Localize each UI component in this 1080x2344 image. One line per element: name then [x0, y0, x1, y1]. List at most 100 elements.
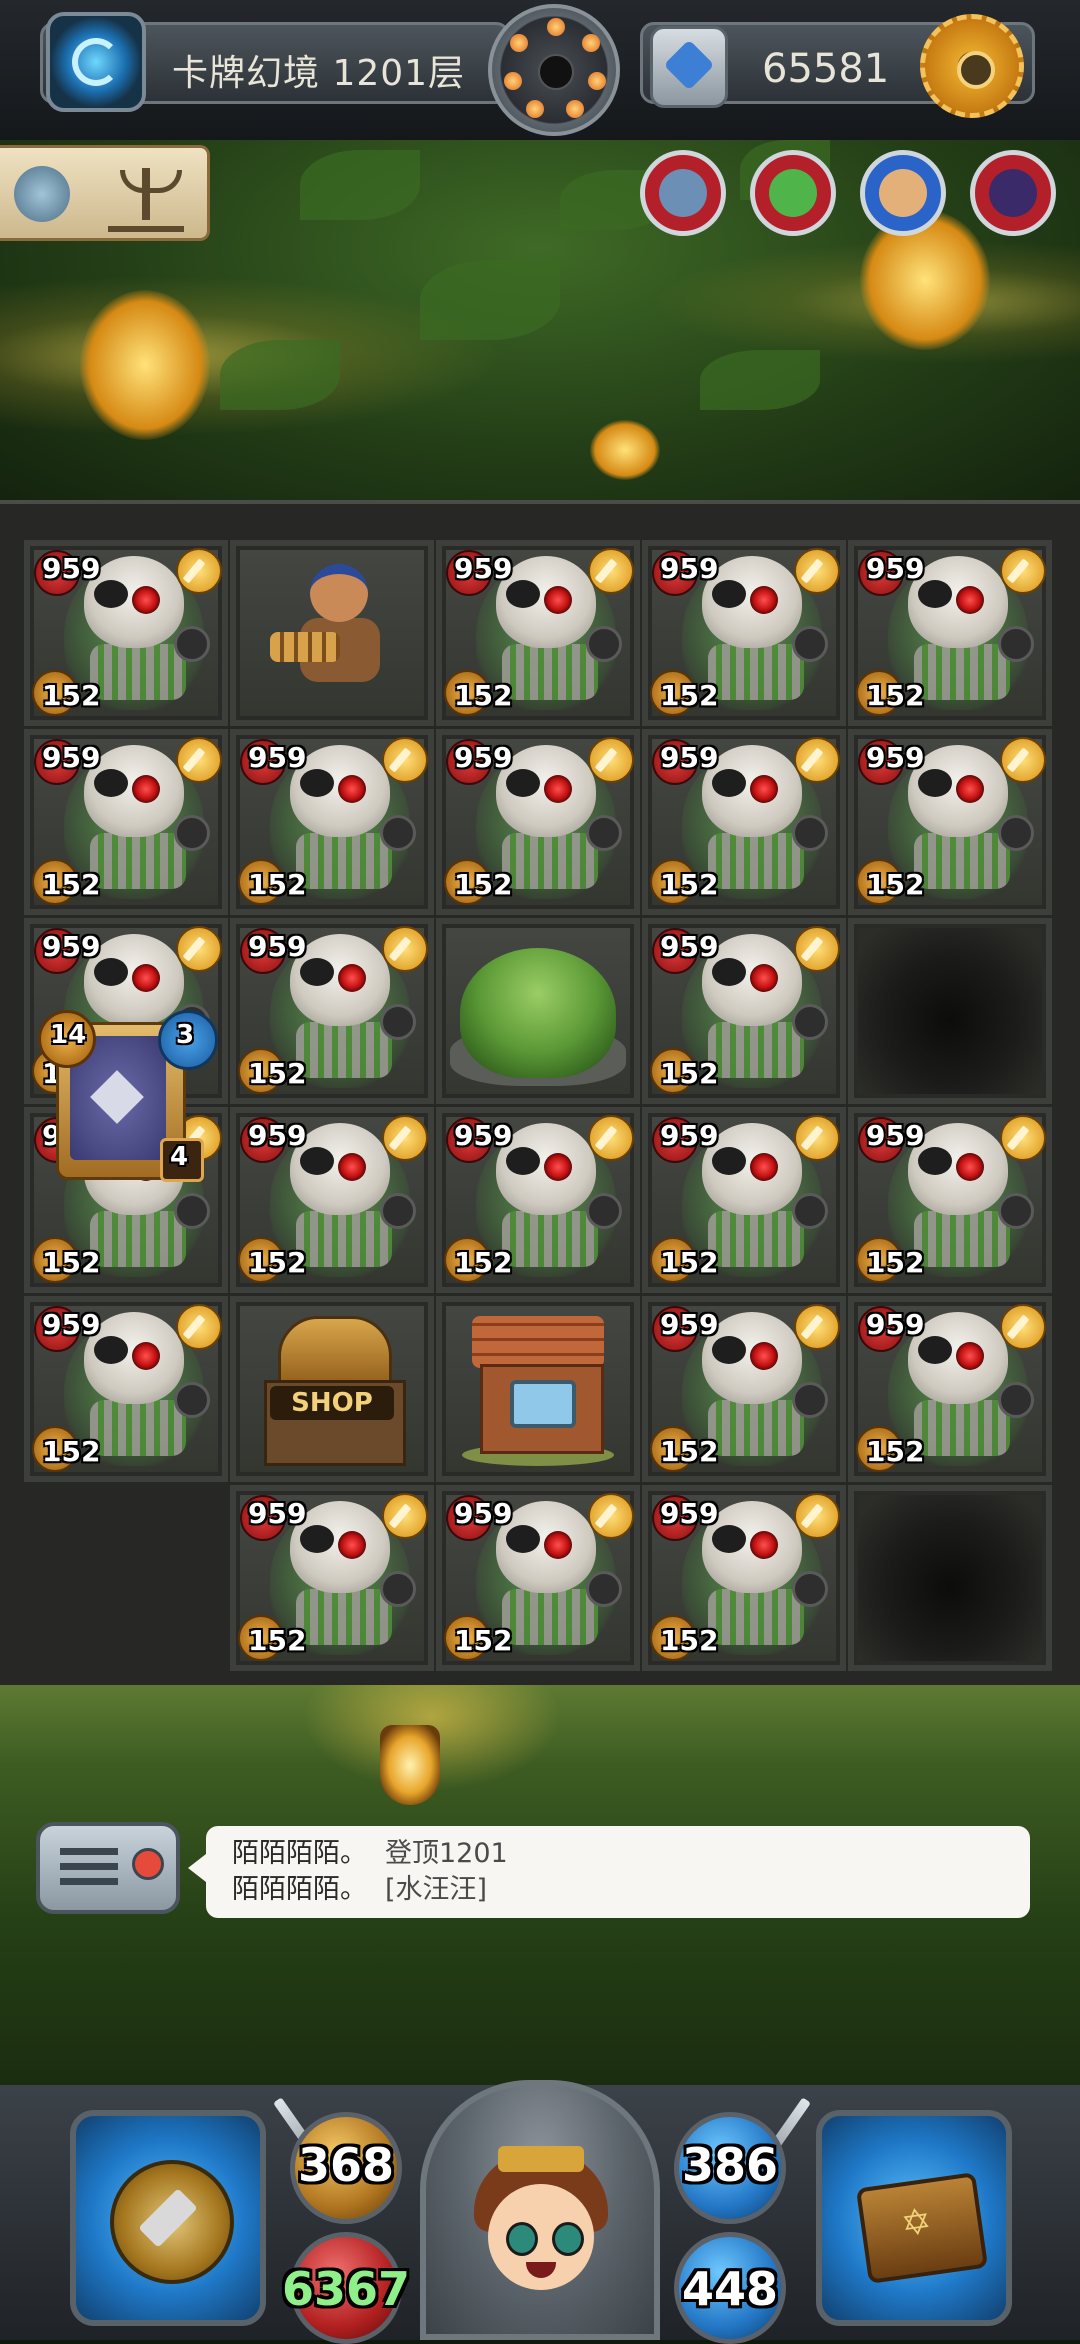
- board-cell-monster[interactable]: 959 152: [24, 540, 228, 726]
- crown-icon: [498, 2146, 584, 2172]
- board-cell-monster[interactable]: 959 152: [230, 1107, 434, 1293]
- board-cell-monster[interactable]: 959 152: [436, 729, 640, 915]
- chat-text: [水汪汪]: [385, 1874, 488, 1905]
- board-cell-monster[interactable]: 959 152: [642, 729, 846, 915]
- monster-attack: 959: [42, 741, 101, 774]
- monster-hp: 152: [454, 1246, 513, 1279]
- monster-attack: 959: [866, 1119, 925, 1152]
- board-cell-monster[interactable]: 959 152: [848, 729, 1052, 915]
- buff-panel[interactable]: [0, 145, 210, 241]
- board-cell-monster[interactable]: 959 152: [848, 540, 1052, 726]
- bomb-wheel-icon[interactable]: [488, 4, 620, 136]
- monster-hp: 152: [248, 1057, 307, 1090]
- chat-box[interactable]: 陌陌陌陌。 登顶1201 陌陌陌陌。 [水汪汪]: [188, 1826, 1030, 1918]
- board-cell-monster[interactable]: 959 152: [230, 729, 434, 915]
- deck-count: 14: [50, 1020, 87, 1050]
- hero-pirate-icon[interactable]: [860, 150, 946, 236]
- notification-dot: [132, 1848, 164, 1880]
- monster-attack: 959: [660, 1119, 719, 1152]
- shop-building[interactable]: SHOP: [258, 1316, 406, 1466]
- monster-attack: 959: [660, 552, 719, 585]
- menu-lines-icon: [60, 1848, 118, 1888]
- chat-sender: 陌陌陌陌。: [232, 1874, 367, 1905]
- monster-attack: 959: [660, 930, 719, 963]
- board-cell-monster[interactable]: 959 152: [24, 729, 228, 915]
- monster-hp: 152: [248, 868, 307, 901]
- floor-title: 卡牌幻境 1201层: [172, 53, 466, 94]
- deck-cost: 4: [170, 1142, 189, 1172]
- board-cell-monster[interactable]: 959 152: [436, 1107, 640, 1293]
- board-cell-monster[interactable]: 959 152: [848, 1107, 1052, 1293]
- turtle-shell-icon: [14, 166, 70, 222]
- gold-sword-icon: [176, 1304, 222, 1350]
- chat-message: 陌陌陌陌。 [水汪汪]: [232, 1872, 1004, 1908]
- gold-sword-icon: [1000, 1115, 1046, 1161]
- gold-sword-icon: [794, 737, 840, 783]
- monster-attack: 959: [454, 741, 513, 774]
- gold-sword-icon: [794, 1115, 840, 1161]
- monster-hp: 152: [866, 868, 925, 901]
- board-cell-house[interactable]: [436, 1296, 640, 1482]
- winged-scepter-icon: [108, 162, 184, 232]
- board-cell-shop[interactable]: SHOP: [230, 1296, 434, 1482]
- workshop-building[interactable]: [462, 1316, 614, 1466]
- gold-sword-icon: [176, 548, 222, 594]
- board-cell-warrior[interactable]: [230, 540, 434, 726]
- board-cell-hole[interactable]: [848, 1485, 1052, 1671]
- equipment-button[interactable]: [70, 2110, 266, 2326]
- monster-attack: 959: [866, 552, 925, 585]
- gold-sword-icon: [382, 926, 428, 972]
- monster-hp: 152: [660, 1435, 719, 1468]
- health-value: 6367: [281, 2262, 411, 2316]
- monster-hp: 152: [42, 1435, 101, 1468]
- board-cell-monster[interactable]: 959 152: [642, 1485, 846, 1671]
- gold-sword-icon: [794, 1304, 840, 1350]
- monster-attack: 959: [42, 930, 101, 963]
- gold-sword-icon: [1000, 1304, 1046, 1350]
- board-cell-monster[interactable]: 959 152: [230, 1485, 434, 1671]
- monster-attack: 959: [866, 1308, 925, 1341]
- board-cell-monster[interactable]: 959 152: [642, 1107, 846, 1293]
- spellbook-icon: [855, 2172, 989, 2284]
- gold-sword-icon: [794, 1493, 840, 1539]
- monster-attack: 959: [660, 741, 719, 774]
- board-cell-monster[interactable]: 959 152: [436, 540, 640, 726]
- lantern-icon: [380, 1725, 440, 1805]
- spellbook-button[interactable]: [816, 2110, 1012, 2326]
- deck-energy: 3: [176, 1020, 195, 1050]
- board-cell-hole[interactable]: [848, 918, 1052, 1104]
- board-cell-monster[interactable]: 959 152: [848, 1296, 1052, 1482]
- chat-button[interactable]: [36, 1822, 180, 1914]
- gold-sword-icon: [588, 1115, 634, 1161]
- magic-value: 448: [681, 2262, 779, 2316]
- gold-sword-icon: [382, 737, 428, 783]
- player-portrait[interactable]: [420, 2080, 660, 2340]
- monster-hp: 152: [42, 868, 101, 901]
- hero-demon-icon[interactable]: [970, 150, 1056, 236]
- monster-attack: 959: [454, 1497, 513, 1530]
- monster-hp: 152: [248, 1624, 307, 1657]
- monster-attack: 959: [866, 741, 925, 774]
- board-cell-monster[interactable]: 959 152: [24, 1296, 228, 1482]
- card-deck[interactable]: 14 3 4: [30, 1000, 224, 1184]
- board-cell-monster[interactable]: 959 152: [230, 918, 434, 1104]
- monster-hp: 152: [42, 679, 101, 712]
- monster-attack: 959: [248, 741, 307, 774]
- board-cell-monster[interactable]: 959 152: [642, 540, 846, 726]
- gunner-hero[interactable]: [270, 554, 400, 714]
- board-cell-bush[interactable]: [436, 918, 640, 1104]
- monster-hp: 152: [866, 1435, 925, 1468]
- monster-hp: 152: [454, 868, 513, 901]
- hero-hammer-icon[interactable]: [640, 150, 726, 236]
- gear-icon[interactable]: [920, 14, 1024, 118]
- monster-hp: 152: [248, 1246, 307, 1279]
- board-cell-monster[interactable]: 959 152: [436, 1485, 640, 1671]
- gold-sword-icon: [382, 1493, 428, 1539]
- gem-shield-icon[interactable]: [650, 26, 728, 108]
- board-cell-monster[interactable]: 959 152: [642, 918, 846, 1104]
- hero-goblin-icon[interactable]: [750, 150, 836, 236]
- portal-swirl-icon[interactable]: [46, 12, 146, 112]
- monster-hp: 152: [866, 679, 925, 712]
- board-cell-monster[interactable]: 959 152: [642, 1296, 846, 1482]
- gold-sword-icon: [794, 926, 840, 972]
